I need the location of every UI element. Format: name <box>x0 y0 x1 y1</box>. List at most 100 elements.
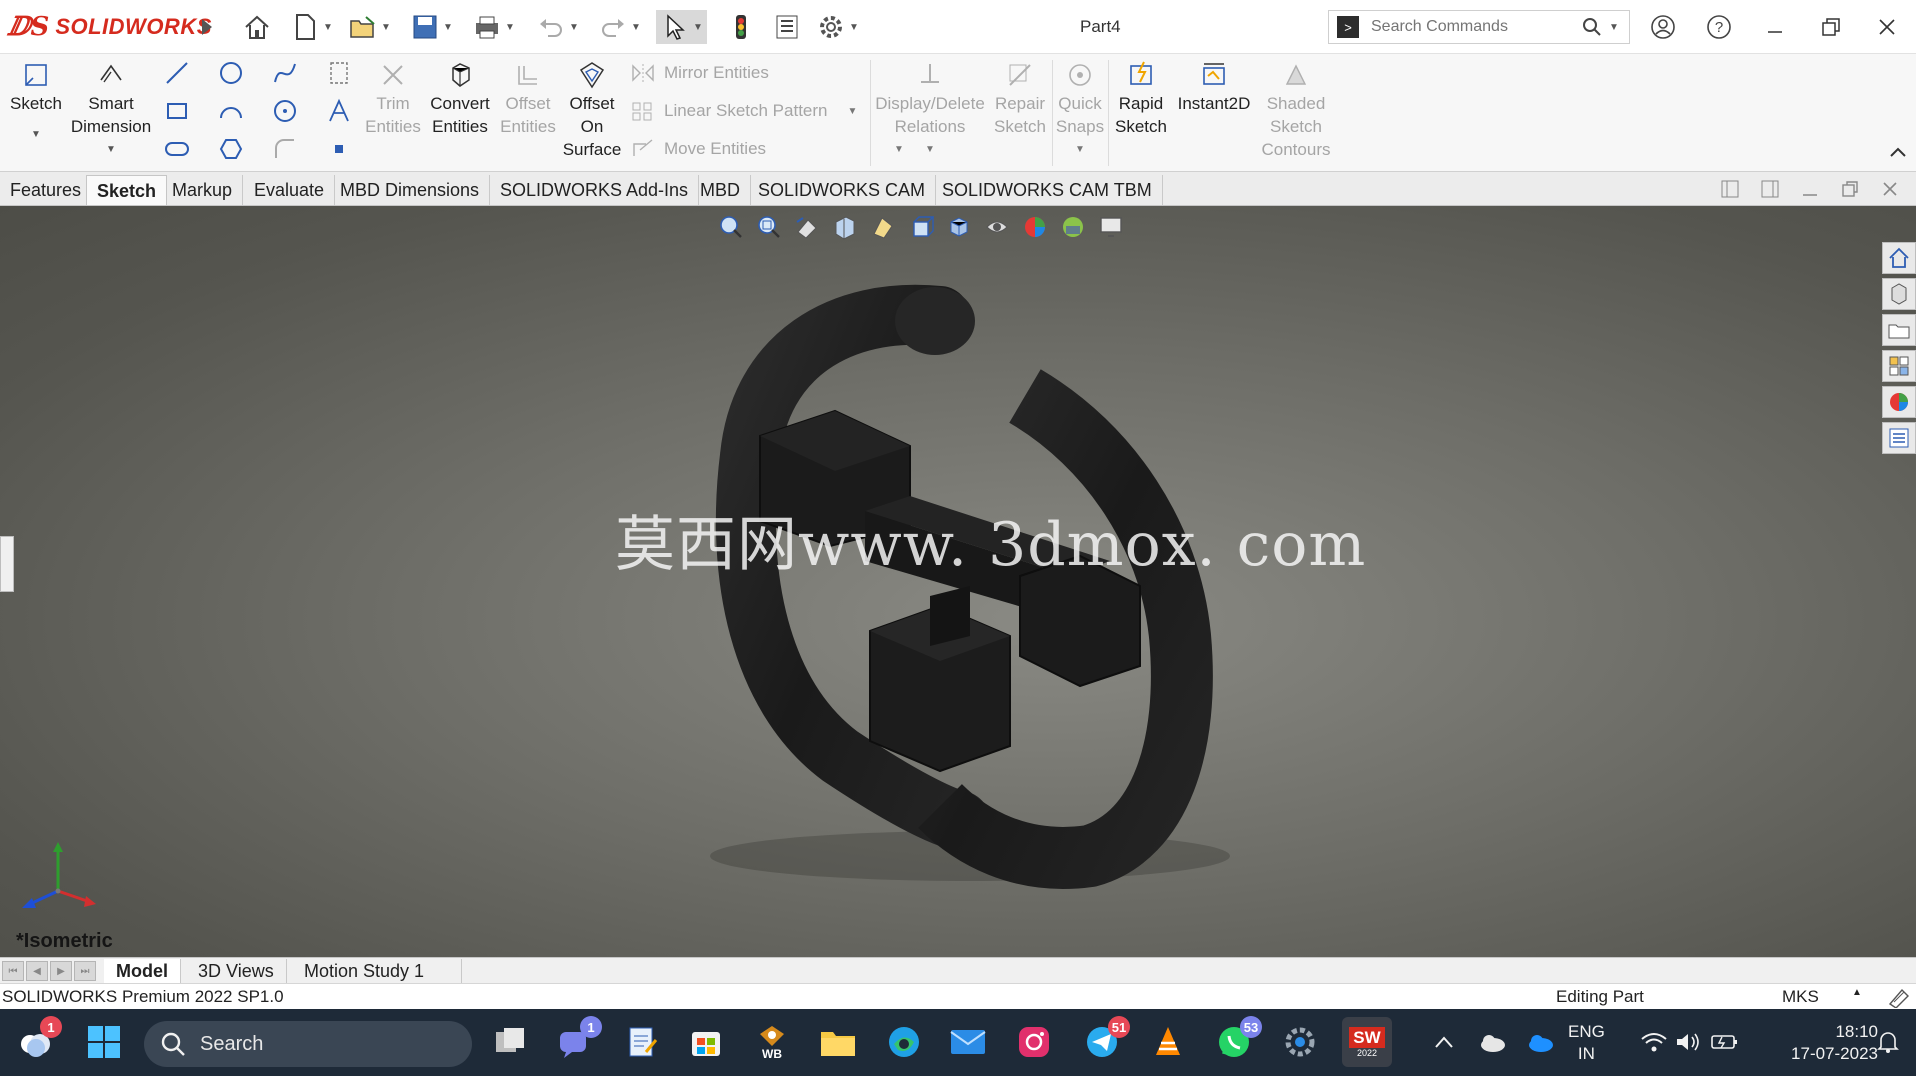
chevron-down-icon[interactable]: ▼ <box>631 22 641 33</box>
print-button[interactable]: ▼ <box>472 10 515 44</box>
last-tab-icon[interactable]: ⏭ <box>74 961 96 981</box>
chevron-down-icon[interactable]: ▼ <box>381 22 391 33</box>
text-tool-icon[interactable] <box>324 96 354 126</box>
zoom-to-fit-icon[interactable] <box>716 212 746 242</box>
rapid-sketch-button[interactable]: Rapid Sketch <box>1110 58 1172 138</box>
user-account-icon[interactable] <box>1648 12 1678 42</box>
apply-scene-icon[interactable] <box>1058 212 1088 242</box>
restore-document-icon[interactable] <box>1838 177 1862 201</box>
search-commands-box[interactable]: > ▼ <box>1328 10 1630 44</box>
custom-properties-icon[interactable] <box>1882 422 1916 454</box>
tab-sketch[interactable]: Sketch <box>86 175 168 205</box>
fillet-tool-icon[interactable] <box>270 134 300 164</box>
tab-markup[interactable]: Markup <box>162 175 244 205</box>
mirror-entities-button[interactable]: Mirror Entities <box>630 62 769 84</box>
chevron-down-icon[interactable]: ▼ <box>505 22 515 33</box>
tab-features[interactable]: Features <box>0 175 93 205</box>
quick-snaps-button[interactable]: Quick Snaps ▼ <box>1054 58 1106 161</box>
feature-manager-collapse-handle[interactable] <box>0 536 14 592</box>
rectangle-tool-icon[interactable] <box>162 96 192 126</box>
chevron-down-icon[interactable]: ▼ <box>693 22 703 33</box>
cloud-status-icon[interactable] <box>1470 1020 1514 1064</box>
tab-solidworks-cam[interactable]: SOLIDWORKS CAM <box>748 175 937 205</box>
chevron-down-icon[interactable]: ▼ <box>443 22 453 33</box>
sketch-button[interactable]: Sketch ▼ <box>8 58 64 146</box>
tab-motion-study-1[interactable]: Motion Study 1 <box>292 959 462 983</box>
redo-button[interactable]: ▼ <box>598 10 641 44</box>
first-tab-icon[interactable]: ⏮ <box>2 961 24 981</box>
chevron-down-icon[interactable]: ▼ <box>8 123 64 146</box>
notification-bell-icon[interactable] <box>1866 1020 1910 1064</box>
design-library-icon[interactable] <box>1882 278 1916 310</box>
search-input[interactable] <box>1371 18 1581 36</box>
file-explorer-taskbar-icon[interactable] <box>816 1020 860 1064</box>
chevron-down-icon[interactable]: ▼ <box>1609 22 1619 33</box>
taskbar-search-box[interactable]: Search <box>144 1021 472 1067</box>
notepad-app-icon[interactable] <box>620 1020 664 1064</box>
task-view-icon[interactable] <box>488 1020 532 1064</box>
instagram-icon[interactable] <box>1012 1020 1056 1064</box>
circle-tool-icon[interactable] <box>216 58 246 88</box>
collapse-ribbon-icon[interactable] <box>1886 140 1910 164</box>
display-delete-relations-button[interactable]: Display/Delete Relations ▼ <box>872 58 988 161</box>
chevron-down-icon[interactable]: ▼ <box>569 22 579 33</box>
view-orientation-icon[interactable] <box>906 212 936 242</box>
search-icon[interactable] <box>1581 16 1603 38</box>
chevron-down-icon[interactable]: ▼ <box>323 22 333 33</box>
help-icon[interactable]: ? <box>1704 12 1734 42</box>
restore-window-icon[interactable] <box>1816 12 1846 42</box>
chevron-up-icon[interactable]: ▲ <box>1852 987 1862 998</box>
tab-model[interactable]: Model <box>104 959 181 983</box>
whatsapp-icon[interactable]: 53 <box>1212 1016 1262 1064</box>
chevron-down-icon[interactable]: ▼ <box>847 106 857 117</box>
home-button[interactable] <box>242 10 272 44</box>
chevron-down-icon[interactable]: ▼ <box>849 22 859 33</box>
rebuild-button[interactable] <box>726 10 756 44</box>
close-window-icon[interactable] <box>1872 12 1902 42</box>
mail-app-icon[interactable] <box>946 1020 990 1064</box>
select-button[interactable]: ▼ <box>656 10 707 44</box>
display-style-icon[interactable] <box>944 212 974 242</box>
settings-taskbar-icon[interactable] <box>1278 1020 1322 1064</box>
language-indicator[interactable]: ENG IN <box>1568 1021 1605 1065</box>
tab-solidworks-cam-tbm[interactable]: SOLIDWORKS CAM TBM <box>932 175 1163 205</box>
edge-browser-icon[interactable] <box>882 1020 926 1064</box>
section-view-icon[interactable] <box>830 212 860 242</box>
sketch-picture-icon[interactable] <box>324 58 354 88</box>
save-button[interactable]: ▼ <box>410 10 453 44</box>
close-document-icon[interactable] <box>1878 177 1902 201</box>
battery-icon[interactable] <box>1702 1020 1746 1064</box>
line-tool-icon[interactable] <box>162 58 192 88</box>
customize-status-icon[interactable] <box>1886 986 1910 1008</box>
teams-chat-icon[interactable]: 1 <box>552 1016 602 1064</box>
weather-widget-icon[interactable]: 1 <box>12 1016 62 1064</box>
hide-show-items-icon[interactable] <box>982 212 1012 242</box>
view-settings-icon[interactable] <box>1096 212 1126 242</box>
onedrive-icon[interactable] <box>1518 1020 1562 1064</box>
view-palette-icon[interactable] <box>1882 350 1916 382</box>
offset-entities-button[interactable]: Offset Entities <box>498 58 558 138</box>
instant2d-button[interactable]: Instant2D <box>1174 58 1254 115</box>
expand-menu-icon[interactable] <box>192 12 222 42</box>
zoom-to-area-icon[interactable] <box>754 212 784 242</box>
tile-right-icon[interactable] <box>1758 177 1782 201</box>
tab-evaluate[interactable]: Evaluate <box>244 175 336 205</box>
unit-system[interactable]: MKS <box>1782 987 1819 1007</box>
minimize-document-icon[interactable] <box>1798 177 1822 201</box>
solidworks-taskbar-icon[interactable]: SW 2022 <box>1342 1017 1392 1067</box>
chevron-down-icon[interactable]: ▼ <box>1054 138 1106 161</box>
clock[interactable]: 18:10 17-07-2023 <box>1758 1021 1878 1065</box>
linear-sketch-pattern-button[interactable]: Linear Sketch Pattern ▼ <box>630 100 857 122</box>
dynamic-annotation-views-icon[interactable] <box>868 212 898 242</box>
microsoft-store-icon[interactable] <box>684 1020 728 1064</box>
show-hidden-icons-chevron[interactable] <box>1422 1020 1466 1064</box>
move-entities-button[interactable]: Move Entities ▼ <box>630 138 904 160</box>
point-tool-icon[interactable] <box>324 134 354 164</box>
offset-on-surface-button[interactable]: Offset On Surface <box>560 58 624 161</box>
tab-3d-views[interactable]: 3D Views <box>186 959 287 983</box>
next-tab-icon[interactable]: ▶ <box>50 961 72 981</box>
telegram-icon[interactable]: 51 <box>1080 1016 1130 1064</box>
minimize-window-icon[interactable] <box>1760 12 1790 42</box>
solidworks-logo[interactable]: ⅅS SOLIDWORKS <box>8 12 212 42</box>
shaded-sketch-contours-button[interactable]: Shaded Sketch Contours <box>1256 58 1336 161</box>
